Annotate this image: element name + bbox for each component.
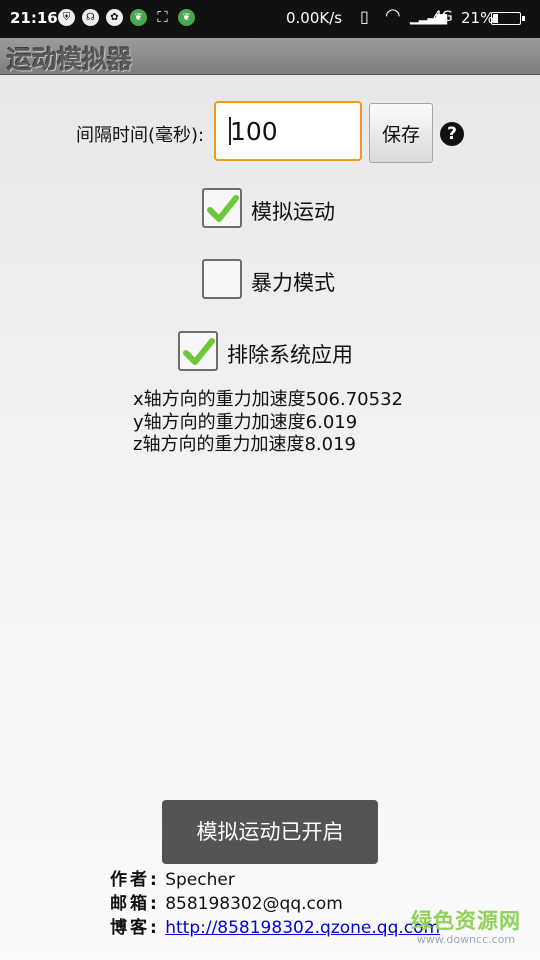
leaf-icon: ❦	[130, 9, 147, 26]
gravity-x: x轴方向的重力加速度506.70532	[133, 389, 403, 410]
text-cursor	[229, 117, 231, 145]
blog-label: 博客:	[110, 918, 160, 938]
network-type: 4G	[433, 9, 453, 25]
author-label: 作者:	[110, 870, 160, 890]
email-label: 邮箱:	[110, 894, 160, 914]
toast-message: 模拟运动已开启	[162, 800, 378, 864]
checkbox-label: 排除系统应用	[227, 343, 353, 367]
watermark: 绿色资源网 www.downcc.com	[404, 905, 528, 946]
checkbox-label: 模拟运动	[251, 200, 335, 224]
net-speed: 0.00K/s	[286, 9, 343, 27]
battery-percent: 21%	[461, 9, 495, 27]
author-name: Specher	[165, 870, 235, 890]
save-button[interactable]: 保存	[369, 103, 433, 163]
checkmark-icon	[207, 195, 239, 222]
app-title: 运动模拟器	[7, 45, 133, 74]
checkbox-label: 暴力模式	[251, 271, 335, 295]
status-bar: 21:16 ⛨ ☊ ✿ ❦ ⛶ ❦ 0.00K/s ▯ ◠ ▁▂▃▅ 4G 21…	[0, 0, 540, 38]
headset-icon: ☊	[82, 9, 99, 26]
blog-row: 博客: http://858198302.qzone.qq.com	[110, 913, 440, 938]
help-icon[interactable]: ?	[440, 122, 464, 146]
gravity-readout: x轴方向的重力加速度506.70532 y轴方向的重力加速度6.019 z轴方向…	[133, 389, 403, 457]
blog-link[interactable]: http://858198302.qzone.qq.com	[165, 918, 440, 938]
shield-icon: ⛨	[58, 9, 75, 26]
interval-label: 间隔时间(毫秒):	[76, 125, 205, 146]
battery-fill	[493, 14, 498, 23]
watermark-url: www.downcc.com	[416, 933, 516, 946]
wifi-icon: ◠	[385, 5, 401, 26]
vibrate-icon: ▯	[360, 7, 369, 26]
battery-icon	[491, 12, 525, 25]
clock: 21:16	[10, 9, 58, 27]
title-bar: 运动模拟器	[0, 38, 540, 75]
leaf-icon: ❦	[178, 9, 195, 26]
checkmark-icon	[183, 338, 215, 365]
app-icon: ✿	[106, 9, 123, 26]
scan-icon: ⛶	[157, 8, 168, 26]
email-row: 邮箱: 858198302@qq.com	[110, 889, 343, 914]
interval-input[interactable]	[214, 101, 362, 161]
checkbox-box[interactable]	[178, 331, 218, 371]
email-value: 858198302@qq.com	[165, 894, 343, 914]
watermark-text: 绿色资源网	[411, 909, 521, 933]
author-row: 作者: Specher	[110, 865, 235, 890]
gravity-y: y轴方向的重力加速度6.019	[133, 411, 358, 433]
checkbox-box[interactable]	[202, 259, 242, 299]
checkbox-box[interactable]	[202, 188, 242, 228]
gravity-z: z轴方向的重力加速度8.019	[133, 434, 356, 455]
